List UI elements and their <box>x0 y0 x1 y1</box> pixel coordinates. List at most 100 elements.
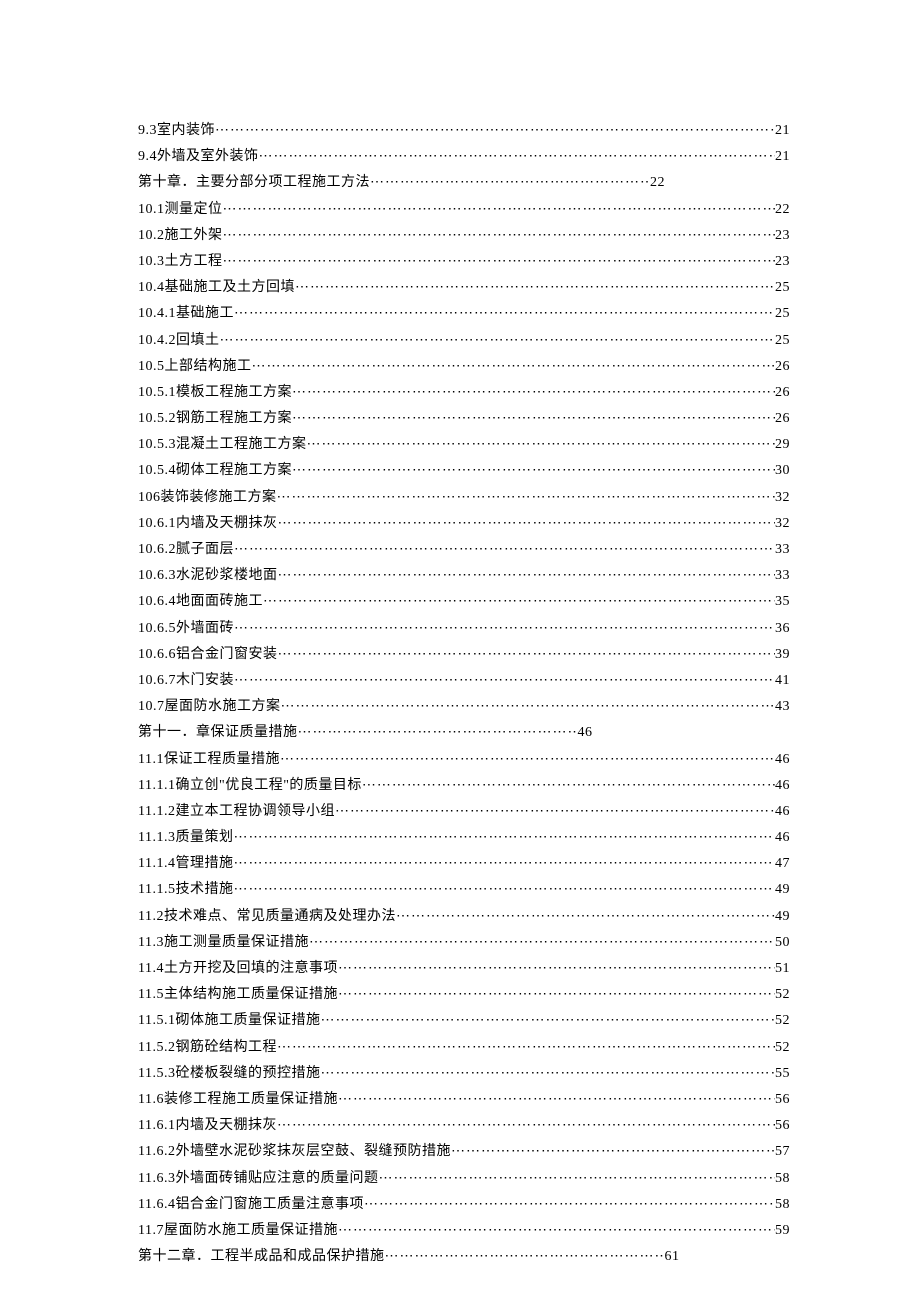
toc-leader-dots: ⋯⋯⋯⋯⋯⋯⋯⋯⋯⋯⋯⋯⋯⋯⋯⋯⋯⋯⋯⋯⋯⋯⋯⋯⋯⋯⋯⋯⋯⋯⋯⋯⋯⋯⋯⋯⋯⋯⋯⋯… <box>292 406 775 432</box>
toc-entry: 10.4.2回填土⋯⋯⋯⋯⋯⋯⋯⋯⋯⋯⋯⋯⋯⋯⋯⋯⋯⋯⋯⋯⋯⋯⋯⋯⋯⋯⋯⋯⋯⋯⋯… <box>138 328 790 354</box>
toc-page-number: 52 <box>775 982 790 1008</box>
toc-title: 11.6.1内墙及天棚抹灰 <box>138 1113 277 1139</box>
toc-entry: 106装饰装修施工方案⋯⋯⋯⋯⋯⋯⋯⋯⋯⋯⋯⋯⋯⋯⋯⋯⋯⋯⋯⋯⋯⋯⋯⋯⋯⋯⋯⋯⋯… <box>138 485 790 511</box>
toc-entry: 10.6.3水泥砂浆楼地面⋯⋯⋯⋯⋯⋯⋯⋯⋯⋯⋯⋯⋯⋯⋯⋯⋯⋯⋯⋯⋯⋯⋯⋯⋯⋯⋯… <box>138 563 790 589</box>
toc-leader-dots: ⋯⋯⋯⋯⋯⋯⋯⋯⋯⋯⋯⋯⋯⋯⋯⋯⋯⋯⋯⋯⋯⋯⋯⋯⋯⋯⋯⋯⋯⋯⋯⋯⋯⋯⋯⋯⋯⋯⋯⋯… <box>233 825 775 851</box>
toc-page-number: 58 <box>775 1192 790 1218</box>
toc-leader-dots: ⋯⋯⋯⋯⋯⋯⋯⋯⋯⋯⋯⋯⋯⋯⋯⋯⋯⋯⋯⋯⋯⋯⋯⋯⋯⋯⋯⋯⋯⋯⋯⋯⋯⋯⋯⋯⋯⋯⋯⋯… <box>263 589 775 615</box>
toc-leader-dots: ⋯⋯⋯⋯⋯⋯⋯⋯⋯⋯⋯⋯⋯⋯⋯⋯⋯⋯⋯⋯⋯⋯⋯⋯⋯⋯⋯⋯⋯⋯⋯⋯ <box>385 1244 665 1270</box>
toc-entry: 10.6.7木门安装⋯⋯⋯⋯⋯⋯⋯⋯⋯⋯⋯⋯⋯⋯⋯⋯⋯⋯⋯⋯⋯⋯⋯⋯⋯⋯⋯⋯⋯⋯… <box>138 668 790 694</box>
toc-leader-dots: ⋯⋯⋯⋯⋯⋯⋯⋯⋯⋯⋯⋯⋯⋯⋯⋯⋯⋯⋯⋯⋯⋯⋯⋯⋯⋯⋯⋯⋯⋯⋯⋯⋯⋯⋯⋯⋯⋯⋯⋯… <box>338 1218 775 1244</box>
toc-page-number: 43 <box>775 694 790 720</box>
toc-leader-dots: ⋯⋯⋯⋯⋯⋯⋯⋯⋯⋯⋯⋯⋯⋯⋯⋯⋯⋯⋯⋯⋯⋯⋯⋯⋯⋯⋯⋯⋯⋯⋯⋯⋯⋯⋯⋯⋯⋯⋯⋯… <box>277 1035 775 1061</box>
toc-entry: 10.6.4地面面砖施工⋯⋯⋯⋯⋯⋯⋯⋯⋯⋯⋯⋯⋯⋯⋯⋯⋯⋯⋯⋯⋯⋯⋯⋯⋯⋯⋯⋯… <box>138 589 790 615</box>
toc-title: 9.4外墙及室外装饰 <box>138 144 259 170</box>
toc-page-number: 47 <box>775 851 790 877</box>
toc-entry: 10.6.2腻子面层⋯⋯⋯⋯⋯⋯⋯⋯⋯⋯⋯⋯⋯⋯⋯⋯⋯⋯⋯⋯⋯⋯⋯⋯⋯⋯⋯⋯⋯⋯… <box>138 537 790 563</box>
toc-entry: 11.4土方开挖及回填的注意事项⋯⋯⋯⋯⋯⋯⋯⋯⋯⋯⋯⋯⋯⋯⋯⋯⋯⋯⋯⋯⋯⋯⋯⋯… <box>138 956 790 982</box>
toc-page-number: 23 <box>775 249 790 275</box>
toc-entry: 第十章．主要分部分项工程施工方法⋯⋯⋯⋯⋯⋯⋯⋯⋯⋯⋯⋯⋯⋯⋯⋯⋯⋯⋯⋯⋯⋯⋯⋯… <box>138 170 790 196</box>
toc-page-number: 55 <box>775 1061 790 1087</box>
toc-title: 11.5.2钢筋砼结构工程 <box>138 1035 277 1061</box>
toc-title: 10.5.3混凝土工程施工方案 <box>138 432 307 458</box>
toc-entry: 11.6.2外墙壁水泥砂浆抹灰层空鼓、裂缝预防措施⋯⋯⋯⋯⋯⋯⋯⋯⋯⋯⋯⋯⋯⋯⋯… <box>138 1139 790 1165</box>
toc-entry: 11.1保证工程质量措施⋯⋯⋯⋯⋯⋯⋯⋯⋯⋯⋯⋯⋯⋯⋯⋯⋯⋯⋯⋯⋯⋯⋯⋯⋯⋯⋯⋯… <box>138 747 790 773</box>
toc-leader-dots: ⋯⋯⋯⋯⋯⋯⋯⋯⋯⋯⋯⋯⋯⋯⋯⋯⋯⋯⋯⋯⋯⋯⋯⋯⋯⋯⋯⋯⋯⋯⋯⋯⋯⋯⋯⋯⋯⋯⋯⋯… <box>234 301 775 327</box>
toc-entry: 10.2施工外架⋯⋯⋯⋯⋯⋯⋯⋯⋯⋯⋯⋯⋯⋯⋯⋯⋯⋯⋯⋯⋯⋯⋯⋯⋯⋯⋯⋯⋯⋯⋯⋯… <box>138 223 790 249</box>
toc-leader-dots: ⋯⋯⋯⋯⋯⋯⋯⋯⋯⋯⋯⋯⋯⋯⋯⋯⋯⋯⋯⋯⋯⋯⋯⋯⋯⋯⋯⋯⋯⋯⋯⋯⋯⋯⋯⋯⋯⋯⋯⋯… <box>252 354 776 380</box>
toc-title: 10.6.6铝合金门窗安装 <box>138 642 278 668</box>
toc-entry: 10.5.1模板工程施工方案⋯⋯⋯⋯⋯⋯⋯⋯⋯⋯⋯⋯⋯⋯⋯⋯⋯⋯⋯⋯⋯⋯⋯⋯⋯⋯… <box>138 380 790 406</box>
toc-title: 11.1.1确立创"优良工程"的质量目标 <box>138 773 362 799</box>
toc-entry: 11.6装修工程施工质量保证措施⋯⋯⋯⋯⋯⋯⋯⋯⋯⋯⋯⋯⋯⋯⋯⋯⋯⋯⋯⋯⋯⋯⋯⋯… <box>138 1087 790 1113</box>
document-page: 9.3室内装饰⋯⋯⋯⋯⋯⋯⋯⋯⋯⋯⋯⋯⋯⋯⋯⋯⋯⋯⋯⋯⋯⋯⋯⋯⋯⋯⋯⋯⋯⋯⋯⋯⋯… <box>0 0 920 1302</box>
toc-entry: 11.7屋面防水施工质量保证措施⋯⋯⋯⋯⋯⋯⋯⋯⋯⋯⋯⋯⋯⋯⋯⋯⋯⋯⋯⋯⋯⋯⋯⋯… <box>138 1218 790 1244</box>
toc-page-number: 35 <box>775 589 790 615</box>
toc-page-number: 56 <box>775 1113 790 1139</box>
toc-title: 10.4.2回填土 <box>138 328 220 354</box>
toc-leader-dots: ⋯⋯⋯⋯⋯⋯⋯⋯⋯⋯⋯⋯⋯⋯⋯⋯⋯⋯⋯⋯⋯⋯⋯⋯⋯⋯⋯⋯⋯⋯⋯⋯⋯⋯⋯⋯⋯⋯⋯⋯… <box>234 616 775 642</box>
toc-title: 10.5.1模板工程施工方案 <box>138 380 292 406</box>
toc-title: 10.6.7木门安装 <box>138 668 234 694</box>
toc-leader-dots: ⋯⋯⋯⋯⋯⋯⋯⋯⋯⋯⋯⋯⋯⋯⋯⋯⋯⋯⋯⋯⋯⋯⋯⋯⋯⋯⋯⋯⋯⋯⋯⋯ <box>370 170 650 196</box>
toc-leader-dots: ⋯⋯⋯⋯⋯⋯⋯⋯⋯⋯⋯⋯⋯⋯⋯⋯⋯⋯⋯⋯⋯⋯⋯⋯⋯⋯⋯⋯⋯⋯⋯⋯⋯⋯⋯⋯⋯⋯⋯⋯… <box>295 275 775 301</box>
toc-entry: 10.1测量定位⋯⋯⋯⋯⋯⋯⋯⋯⋯⋯⋯⋯⋯⋯⋯⋯⋯⋯⋯⋯⋯⋯⋯⋯⋯⋯⋯⋯⋯⋯⋯⋯… <box>138 197 790 223</box>
toc-page-number: 29 <box>775 432 790 458</box>
toc-entry: 11.6.1内墙及天棚抹灰⋯⋯⋯⋯⋯⋯⋯⋯⋯⋯⋯⋯⋯⋯⋯⋯⋯⋯⋯⋯⋯⋯⋯⋯⋯⋯⋯… <box>138 1113 790 1139</box>
toc-page-number: 32 <box>775 485 790 511</box>
toc-page-number: 32 <box>775 511 790 537</box>
toc-leader-dots: ⋯⋯⋯⋯⋯⋯⋯⋯⋯⋯⋯⋯⋯⋯⋯⋯⋯⋯⋯⋯⋯⋯⋯⋯⋯⋯⋯⋯⋯⋯⋯⋯⋯⋯⋯⋯⋯⋯⋯⋯… <box>220 328 776 354</box>
toc-title: 10.3土方工程 <box>138 249 223 275</box>
toc-page-number: 61 <box>665 1244 680 1270</box>
toc-entry: 11.1.3质量策划⋯⋯⋯⋯⋯⋯⋯⋯⋯⋯⋯⋯⋯⋯⋯⋯⋯⋯⋯⋯⋯⋯⋯⋯⋯⋯⋯⋯⋯⋯… <box>138 825 790 851</box>
toc-title: 11.6.4铝合金门窗施工质量注意事项 <box>138 1192 364 1218</box>
toc-title: 10.4.1基础施工 <box>138 301 234 327</box>
toc-entry: 11.5.3砼楼板裂缝的预控措施⋯⋯⋯⋯⋯⋯⋯⋯⋯⋯⋯⋯⋯⋯⋯⋯⋯⋯⋯⋯⋯⋯⋯⋯… <box>138 1061 790 1087</box>
toc-title: 10.7屋面防水施工方案 <box>138 694 281 720</box>
toc-entry: 10.7屋面防水施工方案⋯⋯⋯⋯⋯⋯⋯⋯⋯⋯⋯⋯⋯⋯⋯⋯⋯⋯⋯⋯⋯⋯⋯⋯⋯⋯⋯⋯… <box>138 694 790 720</box>
toc-title: 10.6.1内墙及天棚抹灰 <box>138 511 278 537</box>
toc-leader-dots: ⋯⋯⋯⋯⋯⋯⋯⋯⋯⋯⋯⋯⋯⋯⋯⋯⋯⋯⋯⋯⋯⋯⋯⋯⋯⋯⋯⋯⋯⋯⋯⋯⋯⋯⋯⋯⋯⋯⋯⋯… <box>278 563 776 589</box>
toc-leader-dots: ⋯⋯⋯⋯⋯⋯⋯⋯⋯⋯⋯⋯⋯⋯⋯⋯⋯⋯⋯⋯⋯⋯⋯⋯⋯⋯⋯⋯⋯⋯⋯⋯⋯⋯⋯⋯⋯⋯⋯⋯… <box>338 1087 775 1113</box>
toc-entry: 10.3土方工程⋯⋯⋯⋯⋯⋯⋯⋯⋯⋯⋯⋯⋯⋯⋯⋯⋯⋯⋯⋯⋯⋯⋯⋯⋯⋯⋯⋯⋯⋯⋯⋯… <box>138 249 790 275</box>
toc-leader-dots: ⋯⋯⋯⋯⋯⋯⋯⋯⋯⋯⋯⋯⋯⋯⋯⋯⋯⋯⋯⋯⋯⋯⋯⋯⋯⋯⋯⋯⋯⋯⋯⋯⋯⋯⋯⋯⋯⋯⋯⋯… <box>233 877 775 903</box>
toc-entry: 11.1.5技术措施⋯⋯⋯⋯⋯⋯⋯⋯⋯⋯⋯⋯⋯⋯⋯⋯⋯⋯⋯⋯⋯⋯⋯⋯⋯⋯⋯⋯⋯⋯… <box>138 877 790 903</box>
toc-title: 第十二章．工程半成品和成品保护措施 <box>138 1244 385 1270</box>
toc-title: 11.2技术难点、常见质量通病及处理办法 <box>138 904 396 930</box>
toc-title: 10.6.3水泥砂浆楼地面 <box>138 563 278 589</box>
toc-title: 10.6.4地面面砖施工 <box>138 589 263 615</box>
toc-page-number: 21 <box>775 144 790 170</box>
toc-leader-dots: ⋯⋯⋯⋯⋯⋯⋯⋯⋯⋯⋯⋯⋯⋯⋯⋯⋯⋯⋯⋯⋯⋯⋯⋯⋯⋯⋯⋯⋯⋯⋯⋯⋯⋯⋯⋯⋯⋯⋯⋯… <box>292 380 775 406</box>
toc-page-number: 46 <box>775 799 790 825</box>
toc-leader-dots: ⋯⋯⋯⋯⋯⋯⋯⋯⋯⋯⋯⋯⋯⋯⋯⋯⋯⋯⋯⋯⋯⋯⋯⋯⋯⋯⋯⋯⋯⋯⋯⋯⋯⋯⋯⋯⋯⋯⋯⋯… <box>396 904 775 930</box>
toc-entry: 10.4基础施工及土方回填⋯⋯⋯⋯⋯⋯⋯⋯⋯⋯⋯⋯⋯⋯⋯⋯⋯⋯⋯⋯⋯⋯⋯⋯⋯⋯⋯… <box>138 275 790 301</box>
toc-title: 10.4基础施工及土方回填 <box>138 275 295 301</box>
toc-leader-dots: ⋯⋯⋯⋯⋯⋯⋯⋯⋯⋯⋯⋯⋯⋯⋯⋯⋯⋯⋯⋯⋯⋯⋯⋯⋯⋯⋯⋯⋯⋯⋯⋯⋯⋯⋯⋯⋯⋯⋯⋯… <box>223 249 776 275</box>
toc-entry: 第十一．章保证质量措施⋯⋯⋯⋯⋯⋯⋯⋯⋯⋯⋯⋯⋯⋯⋯⋯⋯⋯⋯⋯⋯⋯⋯⋯⋯⋯⋯⋯⋯… <box>138 720 790 746</box>
table-of-contents: 9.3室内装饰⋯⋯⋯⋯⋯⋯⋯⋯⋯⋯⋯⋯⋯⋯⋯⋯⋯⋯⋯⋯⋯⋯⋯⋯⋯⋯⋯⋯⋯⋯⋯⋯⋯… <box>138 118 790 1270</box>
toc-entry: 11.1.4管理措施⋯⋯⋯⋯⋯⋯⋯⋯⋯⋯⋯⋯⋯⋯⋯⋯⋯⋯⋯⋯⋯⋯⋯⋯⋯⋯⋯⋯⋯⋯… <box>138 851 790 877</box>
toc-page-number: 50 <box>775 930 790 956</box>
toc-leader-dots: ⋯⋯⋯⋯⋯⋯⋯⋯⋯⋯⋯⋯⋯⋯⋯⋯⋯⋯⋯⋯⋯⋯⋯⋯⋯⋯⋯⋯⋯⋯⋯⋯⋯⋯⋯⋯⋯⋯⋯⋯… <box>259 144 776 170</box>
toc-page-number: 33 <box>775 537 790 563</box>
toc-title: 11.5主体结构施工质量保证措施 <box>138 982 338 1008</box>
toc-title: 11.1.4管理措施 <box>138 851 233 877</box>
toc-entry: 11.5.1砌体施工质量保证措施⋯⋯⋯⋯⋯⋯⋯⋯⋯⋯⋯⋯⋯⋯⋯⋯⋯⋯⋯⋯⋯⋯⋯⋯… <box>138 1008 790 1034</box>
toc-leader-dots: ⋯⋯⋯⋯⋯⋯⋯⋯⋯⋯⋯⋯⋯⋯⋯⋯⋯⋯⋯⋯⋯⋯⋯⋯⋯⋯⋯⋯⋯⋯⋯⋯⋯⋯⋯⋯⋯⋯⋯⋯… <box>292 458 775 484</box>
toc-title: 106装饰装修施工方案 <box>138 485 277 511</box>
toc-leader-dots: ⋯⋯⋯⋯⋯⋯⋯⋯⋯⋯⋯⋯⋯⋯⋯⋯⋯⋯⋯⋯⋯⋯⋯⋯⋯⋯⋯⋯⋯⋯⋯⋯⋯⋯⋯⋯⋯⋯⋯⋯… <box>451 1139 775 1165</box>
toc-page-number: 39 <box>775 642 790 668</box>
toc-entry: 11.1.1确立创"优良工程"的质量目标⋯⋯⋯⋯⋯⋯⋯⋯⋯⋯⋯⋯⋯⋯⋯⋯⋯⋯⋯⋯… <box>138 773 790 799</box>
toc-entry: 10.5.4砌体工程施工方案⋯⋯⋯⋯⋯⋯⋯⋯⋯⋯⋯⋯⋯⋯⋯⋯⋯⋯⋯⋯⋯⋯⋯⋯⋯⋯… <box>138 458 790 484</box>
toc-title: 11.7屋面防水施工质量保证措施 <box>138 1218 338 1244</box>
toc-page-number: 46 <box>578 720 593 746</box>
toc-page-number: 59 <box>775 1218 790 1244</box>
toc-page-number: 26 <box>775 406 790 432</box>
toc-leader-dots: ⋯⋯⋯⋯⋯⋯⋯⋯⋯⋯⋯⋯⋯⋯⋯⋯⋯⋯⋯⋯⋯⋯⋯⋯⋯⋯⋯⋯⋯⋯⋯⋯⋯⋯⋯⋯⋯⋯⋯⋯… <box>320 1008 775 1034</box>
toc-page-number: 22 <box>775 197 790 223</box>
toc-title: 11.1.3质量策划 <box>138 825 233 851</box>
toc-title: 11.5.1砌体施工质量保证措施 <box>138 1008 320 1034</box>
toc-page-number: 25 <box>775 301 790 327</box>
toc-title: 第十章．主要分部分项工程施工方法 <box>138 170 370 196</box>
toc-entry: 11.1.2建立本工程协调领导小组⋯⋯⋯⋯⋯⋯⋯⋯⋯⋯⋯⋯⋯⋯⋯⋯⋯⋯⋯⋯⋯⋯⋯… <box>138 799 790 825</box>
